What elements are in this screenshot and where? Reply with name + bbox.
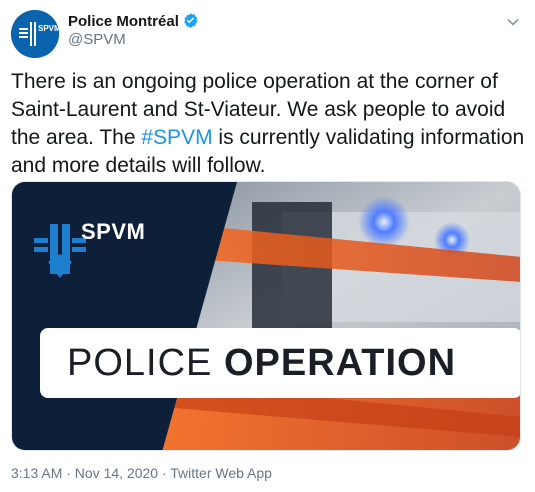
verified-badge-icon xyxy=(182,12,199,33)
spvm-logo-icon: SPVM xyxy=(11,10,59,58)
banner-title: POLICE OPERATION xyxy=(67,342,456,385)
tweet-media-image[interactable]: SPVM POLICE OPERATION xyxy=(11,181,521,451)
banner-title-light: POLICE xyxy=(67,342,224,384)
tweet-timestamp[interactable]: 3:13 AM · Nov 14, 2020 · Twitter Web App xyxy=(11,465,272,481)
author-handle[interactable]: @SPVM xyxy=(68,31,126,48)
chevron-down-icon[interactable] xyxy=(503,12,523,32)
avatar[interactable]: SPVM xyxy=(11,10,59,58)
svg-text:SPVM: SPVM xyxy=(38,24,59,33)
tweet-card: SPVM Police Montréal @SPVM There is an o… xyxy=(0,0,535,492)
author-name[interactable]: Police Montréal xyxy=(68,12,199,33)
hashtag-link[interactable]: #SPVM xyxy=(141,126,212,149)
spvm-brand-label: SPVM xyxy=(81,219,146,244)
banner-title-bold: OPERATION xyxy=(223,342,457,384)
author-name-text[interactable]: Police Montréal xyxy=(68,13,179,30)
tweet-text: There is an ongoing police operation at … xyxy=(11,68,526,180)
